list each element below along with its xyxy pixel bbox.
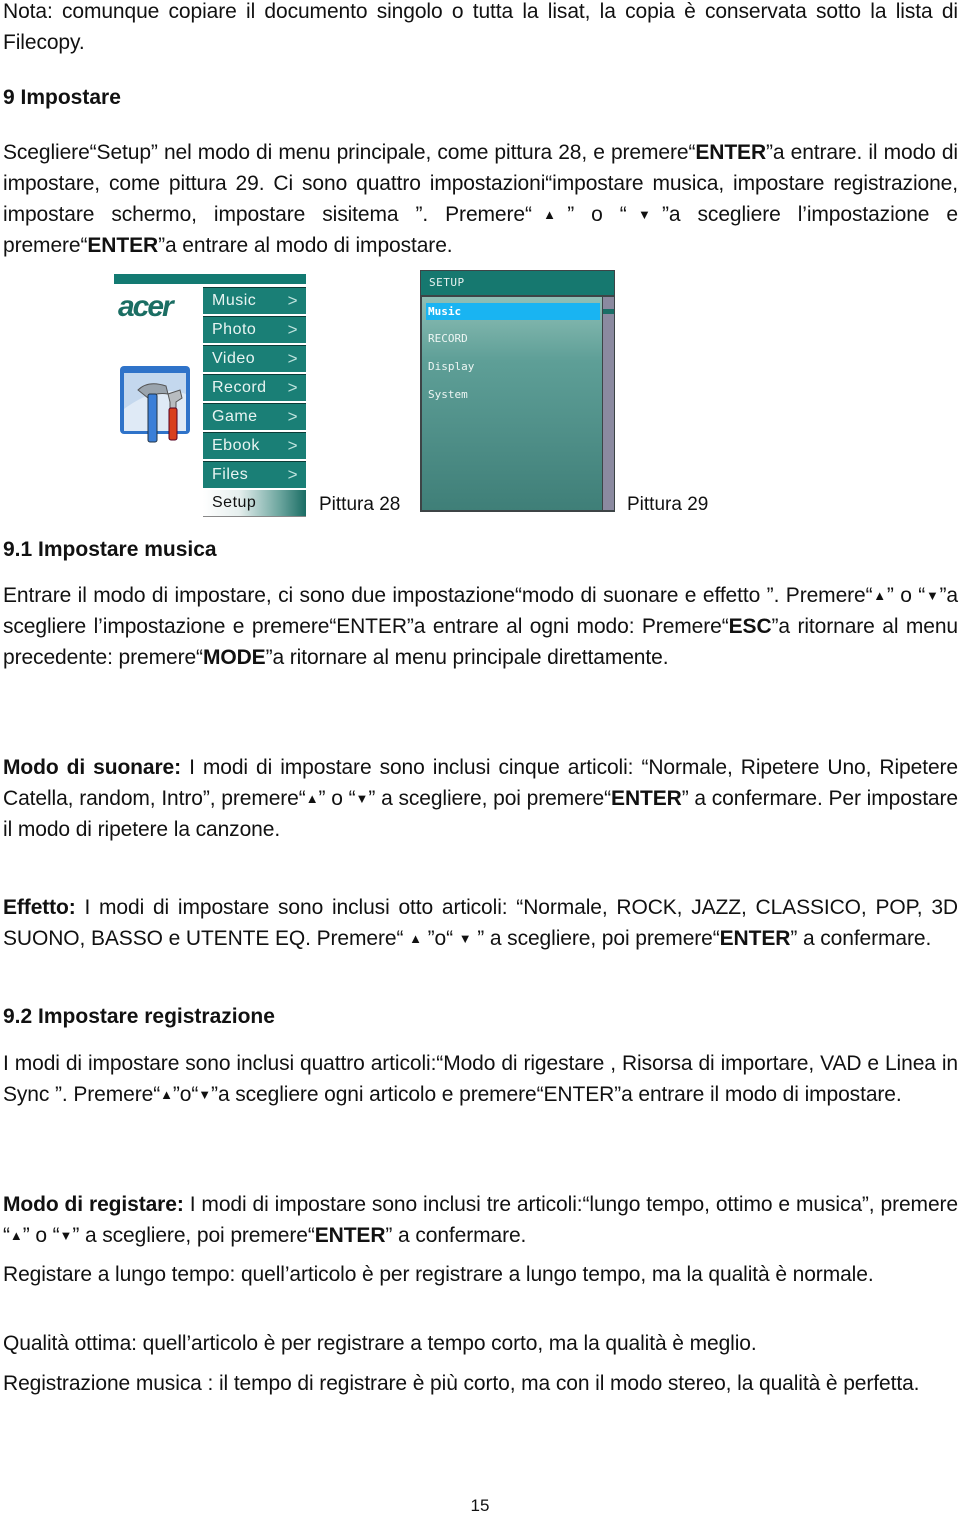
chevron-right-icon: > bbox=[287, 407, 298, 426]
setup-list-area bbox=[422, 297, 602, 510]
enter-key-label: ENTER bbox=[314, 1224, 386, 1247]
down-arrow-icon: ▼ bbox=[626, 207, 663, 222]
down-arrow-icon: ▼ bbox=[198, 1087, 212, 1102]
figure-28-caption: Pittura 28 bbox=[319, 494, 401, 515]
rec-mode-label: Modo di registare: bbox=[3, 1193, 184, 1216]
play-mode-paragraph: Modo di suonare: I modi di impostare son… bbox=[3, 756, 958, 841]
chevron-right-icon: > bbox=[287, 349, 298, 368]
up-arrow-icon: ▲ bbox=[409, 931, 422, 946]
rec-mode-paragraph: Modo di registare: I modi di impostare s… bbox=[3, 1193, 959, 1247]
up-arrow-icon: ▲ bbox=[305, 791, 319, 806]
chevron-right-icon: > bbox=[287, 436, 298, 455]
section-9-paragraph: Scegliere“Setup” nel modo di menu princi… bbox=[3, 141, 959, 257]
acer-logo: acer bbox=[118, 290, 174, 323]
down-arrow-icon: ▼ bbox=[59, 1228, 73, 1243]
down-arrow-icon: ▼ bbox=[458, 931, 472, 946]
menu-item-files: Files > bbox=[203, 461, 306, 488]
down-arrow-icon: ▼ bbox=[925, 588, 940, 603]
esc-key-label: ESC bbox=[728, 615, 772, 638]
setup-scrollbar bbox=[603, 297, 614, 510]
menu-top-bar bbox=[114, 274, 306, 284]
music-rec-paragraph: Registrazione musica : il tempo di regis… bbox=[3, 1372, 920, 1395]
up-arrow-icon: ▲ bbox=[872, 588, 887, 603]
chevron-right-icon: > bbox=[287, 465, 298, 484]
section-9-heading: 9 Impostare bbox=[3, 86, 121, 109]
setup-item-record: RECORD bbox=[428, 332, 468, 345]
up-arrow-icon: ▲ bbox=[531, 207, 568, 222]
scrollbar-thumb bbox=[603, 309, 614, 314]
note-paragraph: Nota: comunque copiare il documento sing… bbox=[3, 0, 958, 54]
main-menu-screenshot: acer Music > Photo > Video > Record > Game > … bbox=[114, 272, 306, 517]
chevron-right-icon: > bbox=[287, 378, 298, 397]
main-menu-list: Music > Photo > Video > Record > Game > Ebook… bbox=[203, 287, 306, 519]
section-9-2-paragraph: I modi di impostare sono inclusi quattro… bbox=[3, 1052, 958, 1106]
enter-key-label: ENTER bbox=[695, 141, 767, 164]
best-quality-paragraph: Qualità ottima: quell’articolo è per reg… bbox=[3, 1332, 757, 1355]
menu-item-record: Record > bbox=[203, 374, 306, 401]
menu-item-ebook: Ebook > bbox=[203, 432, 306, 459]
tools-icon bbox=[120, 366, 190, 443]
menu-item-video: Video > bbox=[203, 345, 306, 372]
effect-label: Effetto: bbox=[3, 896, 76, 919]
menu-item-setup: Setup bbox=[203, 490, 306, 517]
section-9-2-heading: 9.2 Impostare registrazione bbox=[3, 1005, 275, 1028]
long-time-paragraph: Registare a lungo tempo: quell’articolo … bbox=[3, 1263, 874, 1286]
figure-29-caption: Pittura 29 bbox=[627, 494, 709, 515]
play-mode-label: Modo di suonare: bbox=[3, 756, 182, 779]
up-arrow-icon: ▲ bbox=[160, 1087, 173, 1102]
setup-screen-screenshot: SETUP Music RECORD Display System bbox=[420, 270, 615, 512]
setup-title-bar: SETUP bbox=[421, 271, 614, 295]
enter-key-label: ENTER bbox=[611, 787, 682, 810]
chevron-right-icon: > bbox=[287, 291, 298, 310]
enter-key-label: ENTER bbox=[719, 927, 791, 950]
menu-item-music: Music > bbox=[203, 287, 306, 314]
chevron-right-icon: > bbox=[287, 320, 298, 339]
enter-key-label: ENTER bbox=[87, 234, 159, 257]
mode-key-label: MODE bbox=[202, 646, 266, 669]
up-arrow-icon: ▲ bbox=[9, 1228, 23, 1243]
section-9-1-heading: 9.1 Impostare musica bbox=[3, 538, 217, 561]
effect-paragraph: Effetto: I modi di impostare sono inclus… bbox=[3, 896, 958, 950]
menu-item-photo: Photo > bbox=[203, 316, 306, 343]
section-9-1-paragraph: Entrare il modo di impostare, ci sono du… bbox=[3, 584, 958, 669]
menu-item-game: Game > bbox=[203, 403, 306, 430]
setup-item-music: Music bbox=[426, 303, 600, 320]
setup-item-display: Display bbox=[428, 360, 475, 373]
page-number: 15 bbox=[470, 1496, 490, 1515]
setup-item-system: System bbox=[428, 388, 468, 401]
down-arrow-icon: ▼ bbox=[355, 791, 369, 806]
